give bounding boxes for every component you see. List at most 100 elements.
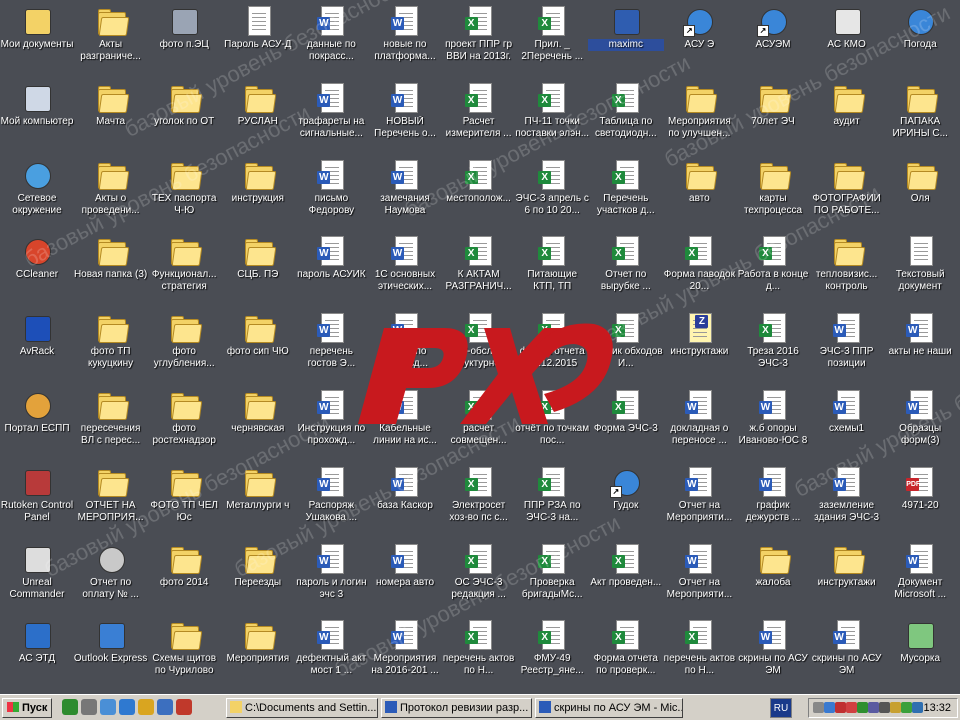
desktop-icon[interactable]: Мои документы (0, 2, 75, 74)
desktop-icon[interactable]: Новая папка (3) (73, 232, 149, 304)
desktop-icon[interactable]: ↗ АСУЭМ (735, 2, 811, 74)
desktop-icon[interactable]: X ОС ЭЧС-3 редакция ... (441, 540, 517, 612)
messenger-icon[interactable] (901, 702, 912, 713)
desktop-icon[interactable]: СЦБ. ПЭ (220, 232, 296, 304)
desktop-icon[interactable]: CCleaner (0, 232, 75, 304)
desktop-icon[interactable]: W 1С основных этических... (367, 232, 443, 304)
desktop-icon[interactable]: фото углубления... (146, 309, 222, 381)
desktop-icon[interactable]: Wновые по переезд... (367, 309, 443, 381)
desktop-icon[interactable]: W Образцы форм(3) (882, 386, 958, 458)
desktop-icon[interactable]: X Прил. _ 2Перечень ... (514, 2, 590, 74)
desktop-icon[interactable]: Xперечень актов по Н... (661, 616, 737, 688)
desktop-icon[interactable]: Акты разграниче... (73, 2, 149, 74)
desktop-icon[interactable]: тепловизис... контроль (809, 232, 885, 304)
desktop-icon[interactable]: W Распоряж Ушакова ... (293, 463, 369, 535)
desktop-icon[interactable]: Unreal Commander (0, 540, 75, 612)
desktop-icon[interactable]: Xперечень актов по Н... (441, 616, 517, 688)
desktop-icon[interactable]: Xграфик обходов И... (588, 309, 664, 381)
desktop-icon[interactable]: W Мероприятия на 2016-201 ... (367, 616, 443, 688)
desktop-icon[interactable]: Wперечень гостов Э... (293, 309, 369, 381)
desktop-icon[interactable]: Xпроект ППР гр ВВИ на 2013г. (441, 2, 517, 74)
desktop-icon[interactable]: чернявская (220, 386, 296, 458)
desktop-icon[interactable]: W Инструкция по прохожд... (293, 386, 369, 458)
desktop-icon[interactable]: инструкция (220, 156, 296, 228)
desktop-icon[interactable]: Погода (882, 2, 958, 74)
desktop-icon[interactable]: Wакты не наши (882, 309, 958, 381)
mouse-icon[interactable] (81, 699, 97, 715)
desktop-icon[interactable]: X Таблица по светодиодн... (588, 79, 664, 151)
desktop-icon[interactable]: Wновые по платформа... (367, 2, 443, 74)
desktop-icon[interactable]: Wпароль АСУИК (293, 232, 369, 304)
desktop-icon[interactable]: Zинструктажи (661, 309, 737, 381)
desktop-icon[interactable]: Wдокладная о переносе ... (661, 386, 737, 458)
desktop-icon[interactable]: ФОТО ТП ЧЕЛ Юс (146, 463, 222, 535)
desktop-icon[interactable]: X Работа в конце д... (735, 232, 811, 304)
desktop-icon[interactable]: W НОВЫЙ Перечень о... (367, 79, 443, 151)
display-icon[interactable] (868, 702, 879, 713)
network-tray-icon[interactable] (824, 702, 835, 713)
desktop-icon[interactable]: W Отчет на Мероприяти... (661, 463, 737, 535)
desktop-icon[interactable]: карты техпроцесса (735, 156, 811, 228)
desktop-icon[interactable]: AvRack (0, 309, 75, 381)
taskbar-button[interactable]: скрины по АСУ ЭМ - Mic... (535, 698, 683, 718)
desktop-icon[interactable]: фото ростехнадзор (146, 386, 222, 458)
desktop-icon[interactable]: АС КМО (809, 2, 885, 74)
desktop-icon[interactable]: Функционал... стратегия (146, 232, 222, 304)
desktop-icon[interactable]: фото п.ЭЦ (146, 2, 222, 74)
desktop-icon[interactable]: Rutoken Control Panel (0, 463, 75, 535)
desktop-icon[interactable]: X Электросет хоз-во пс с... (441, 463, 517, 535)
desktop-icon[interactable]: Wзаземление здания ЭЧС-3 (809, 463, 885, 535)
desktop-icon[interactable]: Wтрафареты на сигнальные... (293, 79, 369, 151)
desktop-icon[interactable]: авто (661, 156, 737, 228)
tree-icon[interactable] (62, 699, 78, 715)
desktop-icon[interactable]: ПАПАКА ИРИНЫ С... (882, 79, 958, 151)
desktop-icon[interactable]: аудит (809, 79, 885, 151)
desktop-icon[interactable]: ОТЧЕТ НА МЕРОПРИЯ... (73, 463, 149, 535)
desktop-icon[interactable]: Текстовый документ (882, 232, 958, 304)
desktop-icon[interactable]: Wскрины по АСУ ЭМ (735, 616, 811, 688)
power-icon[interactable] (890, 702, 901, 713)
desktop-icon[interactable]: Сетевое окружение (0, 156, 75, 228)
desktop-icon[interactable]: Мероприятия (220, 616, 296, 688)
desktop-icon[interactable]: Wж.б опоры Иваново-ЮС 8 (735, 386, 811, 458)
desktop-icon[interactable]: XК АКТАМ РАЗГРАНИЧ... (441, 232, 517, 304)
desktop-icon[interactable]: PDF 4971-20 (882, 463, 958, 535)
desktop-icon[interactable]: Xрасчет совмещен... (441, 386, 517, 458)
desktop-icon[interactable]: ↗ Гудок (588, 463, 664, 535)
desktop-icon[interactable]: жалоба (735, 540, 811, 612)
desktop-icon[interactable]: ↗ АСУ Э (661, 2, 737, 74)
desktop-icon[interactable]: W ЭЧС-3 ППР позиции (809, 309, 885, 381)
desktop-icon[interactable]: X Отчет по вырубке ... (588, 232, 664, 304)
desktop-icon[interactable]: пересечения ВЛ с перес... (73, 386, 149, 458)
desktop-icon[interactable]: Outlook Express (73, 616, 149, 688)
desktop-icon[interactable]: Xотчёт по точкам пос... (514, 386, 590, 458)
desktop-icon[interactable]: фото 2014 (146, 540, 222, 612)
desktop-icon[interactable]: X ПЧ-11 точки поставки элэн... (514, 79, 590, 151)
desktop-icon[interactable]: ФОТОГРАФИИ ПО РАБОТЕ... (809, 156, 885, 228)
desktop-icon[interactable]: Wдефектный акт мост 1 ... (293, 616, 369, 688)
desktop-icon[interactable]: X Форма паводок 20... (661, 232, 737, 304)
desktop-icon[interactable]: Wписьмо Федорову (293, 156, 369, 228)
desktop-icon[interactable]: Xпп17-обслед... структурно... (441, 309, 517, 381)
desktop-icon[interactable]: X Треза 2016 ЭЧС-3 (735, 309, 811, 381)
desktop-icon[interactable]: Переезды (220, 540, 296, 612)
clock[interactable]: 13:32 (923, 699, 951, 717)
desktop-icon[interactable]: 70лет ЭЧ (735, 79, 811, 151)
desktop-icon[interactable]: фото ТП кукуцкину (73, 309, 149, 381)
desktop-icon[interactable]: Отчет по оплату № ... (73, 540, 149, 612)
desktop-icon[interactable]: Wномера авто (367, 540, 443, 612)
desktop-icon[interactable]: X ЭЧС-3 апрель с 6 по 10 20... (514, 156, 590, 228)
desktop-icon[interactable]: Оля (882, 156, 958, 228)
desktop-icon[interactable]: X Перечень участков д... (588, 156, 664, 228)
desktop-icon[interactable]: Пароль АСУ-Д (220, 2, 296, 74)
desktop-icon[interactable]: Металлурги ч (220, 463, 296, 535)
desktop-icon[interactable]: X ФМУ-49 Реестр_яне... (514, 616, 590, 688)
desktop-icon[interactable]: Мероприятия по улучшен... (661, 79, 737, 151)
desktop-icon[interactable]: Xформа отчета 24.12.2015 (514, 309, 590, 381)
desktop-icon[interactable]: Акты о проведени... (73, 156, 149, 228)
desktop-icon[interactable]: Wпароль и логин эчс 3 (293, 540, 369, 612)
network-icon[interactable] (100, 699, 116, 715)
ie-icon[interactable] (119, 699, 135, 715)
desktop-icon[interactable]: X Проверка бригадыМс... (514, 540, 590, 612)
desktop-icon[interactable]: уголок по ОТ (146, 79, 222, 151)
